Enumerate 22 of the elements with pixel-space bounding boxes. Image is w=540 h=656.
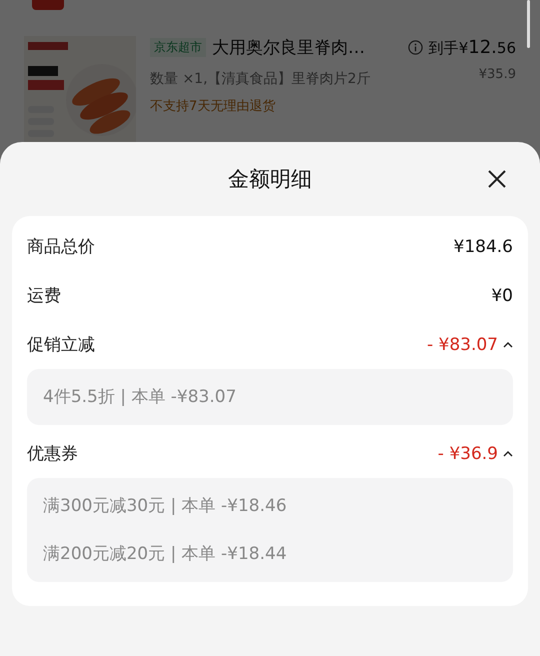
discount-detail: 4件5.5折 | 本单 -¥83.07 (43, 386, 238, 409)
caret-icon[interactable] (503, 340, 513, 348)
product-title[interactable]: 大用奥尔良里脊肉… (212, 36, 365, 59)
info-icon[interactable] (408, 40, 423, 55)
row-label: 商品总价 (27, 236, 95, 258)
row-amount: ¥0 (491, 286, 513, 306)
sheet-title: 金额明细 (228, 166, 312, 193)
row-label: 促销立减 (27, 334, 95, 356)
store-tag: 京东超市 (150, 38, 206, 57)
row-label: 运费 (27, 285, 61, 307)
original-price: ¥35.9 (478, 67, 516, 84)
discount-amount: - ¥36.9 (438, 444, 498, 464)
discount-amount: - ¥83.07 (426, 334, 498, 354)
close-icon[interactable] (486, 168, 508, 190)
final-price: 到手¥12.56 (428, 37, 516, 58)
discount-detail: 满300元减30元 | 本单 -¥18.46 (43, 495, 288, 518)
discount-detail: 满200元减20元 | 本单 -¥18.44 (43, 543, 288, 566)
return-notice: 不支持7天无理由退货 (150, 98, 276, 115)
caret-icon[interactable] (503, 450, 513, 458)
product-spec: 数量 ×1,【清真食品】里脊肉片2斤 (150, 70, 372, 89)
row-amount: ¥184.6 (454, 236, 513, 256)
row-label: 优惠券 (27, 443, 78, 465)
